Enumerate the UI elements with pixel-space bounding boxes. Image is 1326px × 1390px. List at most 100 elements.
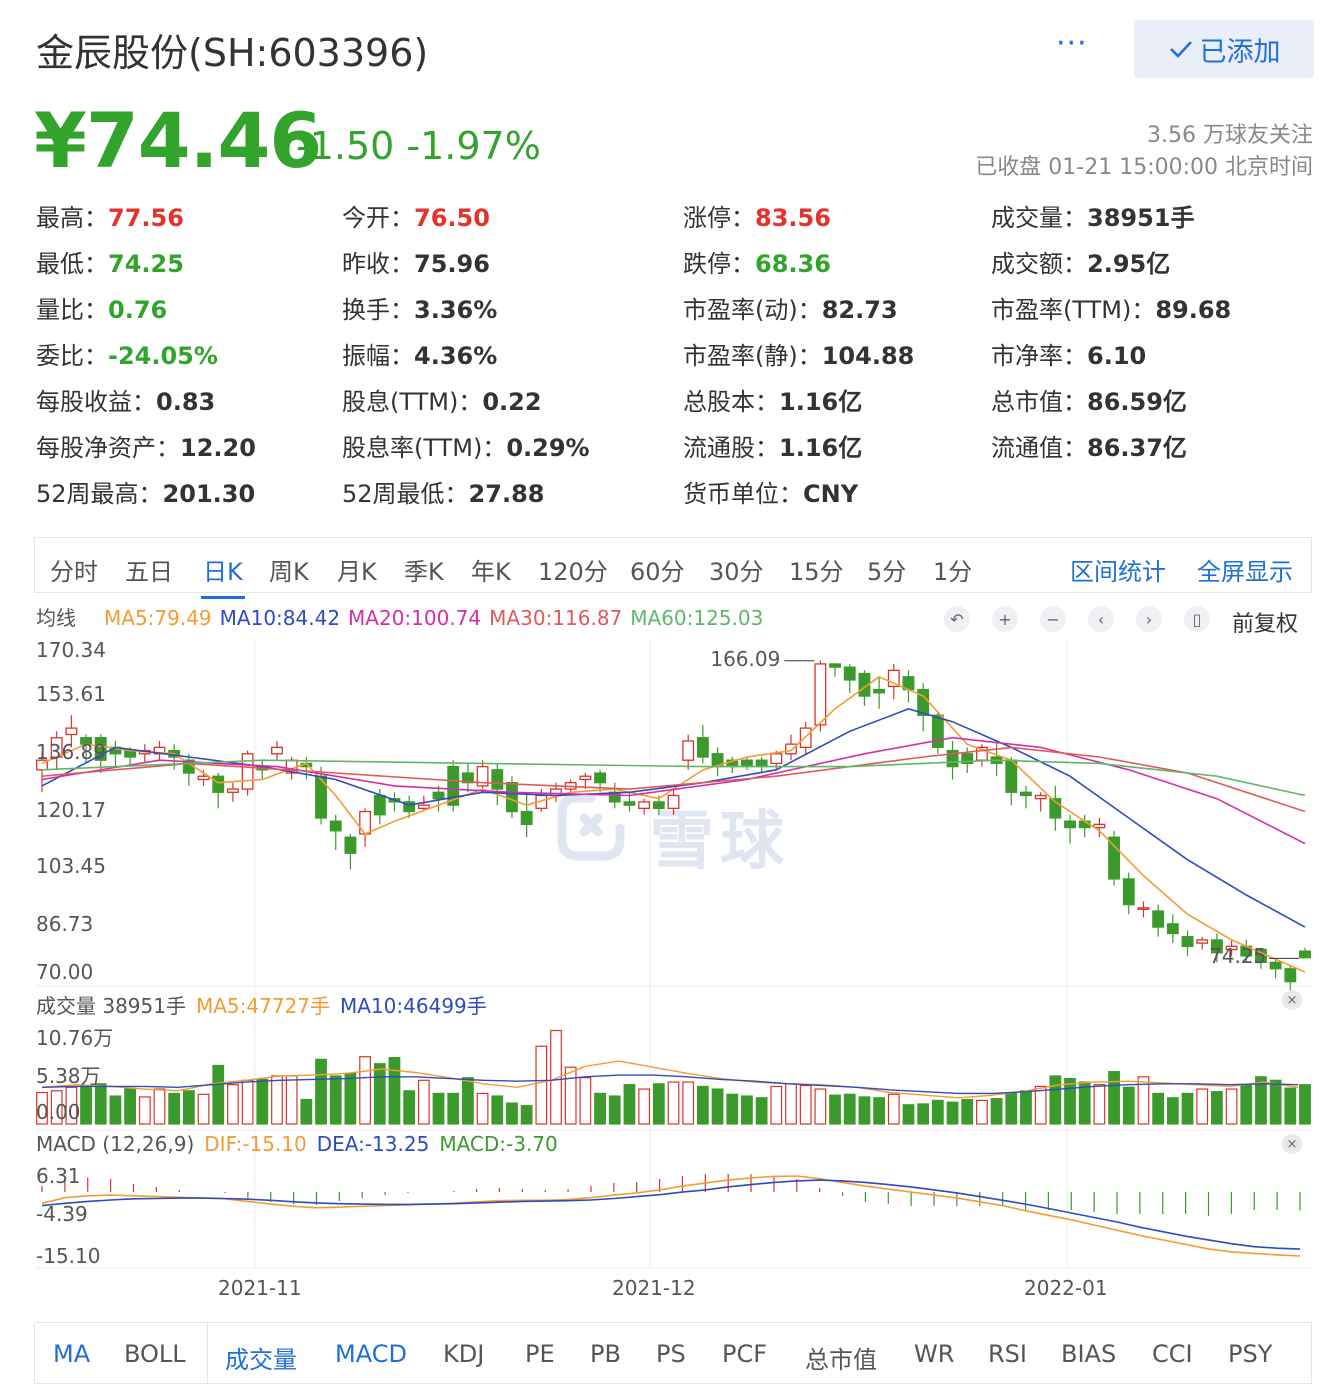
volume-bar: [300, 1098, 313, 1125]
volume-bar: [608, 1095, 621, 1125]
high-annotation: 166.09: [710, 646, 781, 671]
volume-bar: [1093, 1084, 1106, 1125]
indicator-tab[interactable]: PS: [656, 1340, 686, 1368]
candle: [1166, 914, 1179, 944]
date-axis-label: 2022-01: [1024, 1276, 1108, 1300]
volume-bar: [271, 1075, 283, 1125]
candle-body: [829, 663, 841, 668]
candles: [36, 660, 1311, 992]
candle: [138, 744, 151, 764]
indicator-tab[interactable]: CCI: [1152, 1340, 1193, 1368]
candle-body: [241, 753, 254, 790]
indicator-tab[interactable]: WR: [914, 1340, 954, 1368]
volume-bar: [1108, 1070, 1120, 1125]
candle-body: [740, 759, 753, 768]
candle: [1299, 947, 1311, 959]
indicator-tab[interactable]: PCF: [722, 1340, 767, 1368]
close-macd-icon[interactable]: ×: [1282, 1134, 1302, 1154]
candle-body: [594, 772, 607, 784]
macd-legend-item: DEA:-13.25: [316, 1132, 430, 1156]
indicator-tab[interactable]: MACD: [335, 1340, 407, 1368]
candle: [638, 798, 651, 815]
volume-bar: [1299, 1084, 1311, 1125]
candle: [153, 740, 166, 761]
volume-bar: [829, 1094, 841, 1125]
volume-legend-item: 成交量 38951手: [36, 994, 186, 1018]
candle-body: [696, 737, 709, 758]
macd-dea-line: [41, 1179, 1301, 1250]
indicator-tab[interactable]: PSY: [1228, 1340, 1272, 1368]
candle: [829, 663, 841, 677]
candle-body: [1137, 907, 1150, 910]
candle: [740, 756, 753, 770]
price-axis-label: 86.73: [36, 912, 94, 936]
volume-bar: [858, 1096, 871, 1125]
candle: [1049, 785, 1062, 831]
candle: [711, 747, 724, 777]
indicator-tab[interactable]: PE: [525, 1340, 555, 1368]
price-axis-label: 120.17: [36, 798, 106, 822]
volume-bar: [241, 1079, 254, 1125]
indicator-tab[interactable]: KDJ: [443, 1340, 484, 1368]
kline-chart-area[interactable]: [0, 0, 1326, 1320]
volume-bar: [682, 1081, 695, 1125]
macd-axis-label: -4.39: [36, 1202, 88, 1226]
volume-bar: [447, 1092, 460, 1125]
candle-body: [843, 666, 856, 681]
volume-bar: [227, 1084, 239, 1125]
indicator-tab[interactable]: MA: [53, 1340, 90, 1368]
volume-bar: [403, 1090, 416, 1125]
close-volume-icon[interactable]: ×: [1282, 990, 1302, 1010]
candle-body: [550, 788, 562, 797]
candle-body: [652, 801, 665, 809]
candle-body: [344, 836, 357, 854]
candle: [182, 753, 195, 786]
ma-line-ma10: [41, 708, 1306, 928]
macd-dif-line: [41, 1175, 1301, 1257]
date-axis-label: 2021-11: [218, 1276, 302, 1300]
indicator-tab[interactable]: RSI: [988, 1340, 1027, 1368]
indicator-tab[interactable]: 总市值: [805, 1340, 877, 1375]
candle: [917, 683, 930, 732]
volume-bar: [520, 1105, 533, 1125]
candle-body: [359, 810, 372, 835]
price-axis-label: 153.61: [36, 682, 106, 706]
macd-axis-label: -15.10: [36, 1244, 101, 1268]
price-axis-label: 70.00: [36, 960, 94, 984]
candle-body: [373, 794, 386, 816]
candle: [447, 760, 460, 812]
candle-body: [1064, 820, 1076, 829]
candle: [226, 782, 239, 802]
candle-body: [226, 788, 239, 793]
candle: [1034, 792, 1047, 812]
price-axis-label: 136.89: [36, 740, 106, 764]
indicator-tab[interactable]: PB: [590, 1340, 621, 1368]
candle: [461, 763, 474, 793]
macd-legend: MACD (12,26,9) DIF:-15.10 DEA:-13.25 MACD:-…: [36, 1132, 568, 1156]
volume-bar: [623, 1084, 636, 1125]
volume-bar: [1152, 1092, 1165, 1125]
volume-legend-item: MA10:46499手: [340, 994, 487, 1018]
candle-body: [432, 791, 445, 800]
volume-bar: [1225, 1088, 1238, 1125]
volume-bar: [138, 1096, 151, 1125]
volume-bar: [432, 1092, 445, 1125]
candle: [359, 808, 372, 847]
volume-bar: [94, 1083, 107, 1125]
macd-legend-item: DIF:-15.10: [204, 1132, 307, 1156]
volume-bar: [417, 1079, 430, 1125]
volume-bar: [652, 1083, 665, 1125]
volume-bar: [814, 1088, 827, 1125]
candle: [506, 776, 518, 818]
candle-body: [1108, 836, 1121, 880]
candle: [814, 660, 827, 732]
candle-body: [873, 688, 886, 694]
candle: [696, 724, 709, 764]
volume-bar: [990, 1098, 1003, 1125]
candle-body: [1093, 823, 1106, 829]
indicator-tab[interactable]: BIAS: [1061, 1340, 1116, 1368]
indicator-tab[interactable]: BOLL: [124, 1340, 186, 1368]
candle-body: [1269, 961, 1282, 970]
indicator-tab[interactable]: 成交量: [225, 1340, 297, 1375]
volume-bar: [1034, 1085, 1047, 1125]
